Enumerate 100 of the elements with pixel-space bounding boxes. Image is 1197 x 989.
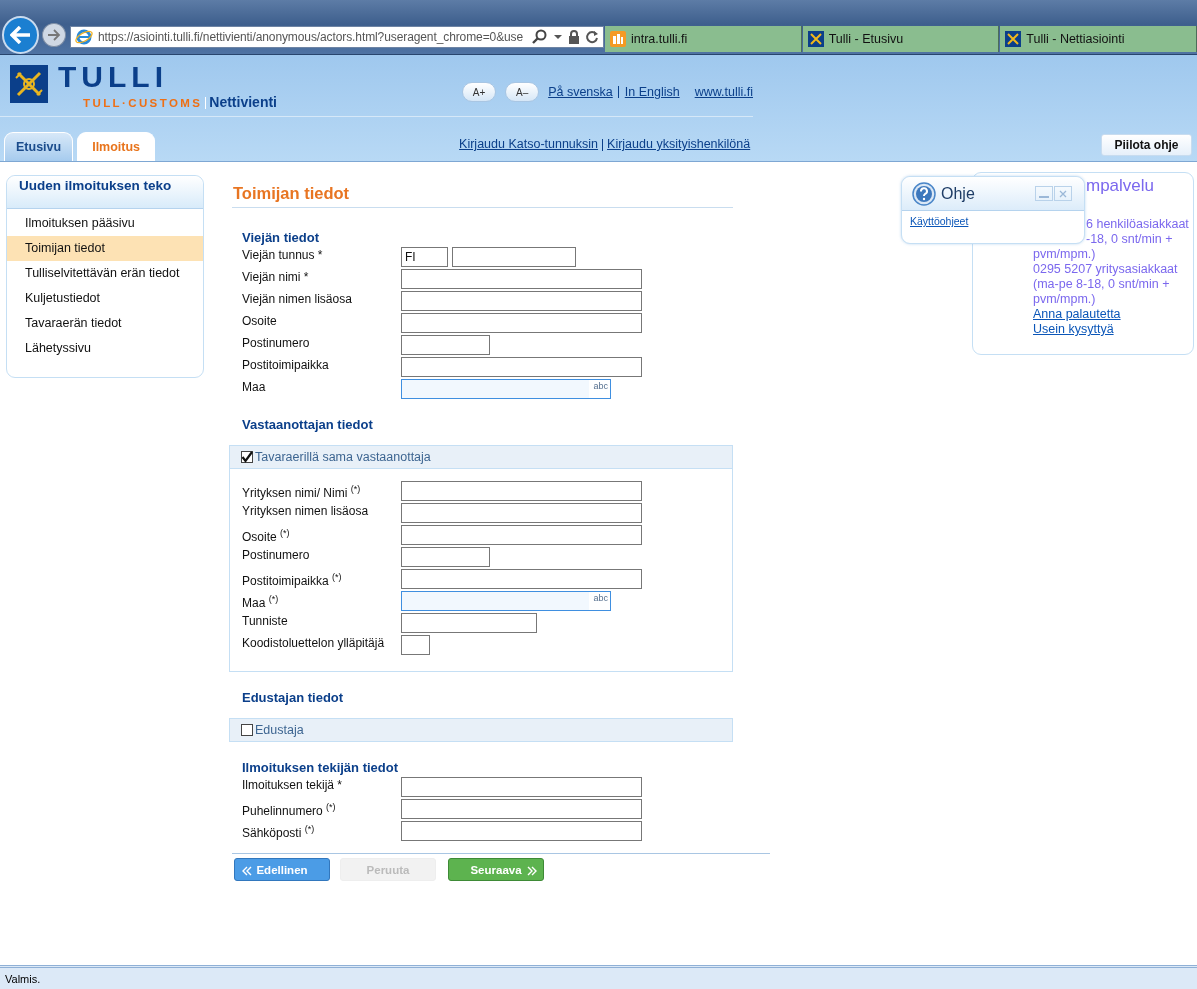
- login-link[interactable]: Kirjaudu yksityishenkilönä: [607, 137, 751, 151]
- popup-title: Ohje: [941, 184, 976, 203]
- input-field[interactable]: [401, 821, 642, 841]
- arrow-left-icon: [9, 26, 32, 44]
- field-label: Koodistoluettelon ylläpitäjä: [242, 635, 386, 650]
- input-field[interactable]: [401, 569, 642, 589]
- logo-icon: [10, 65, 48, 103]
- input-field[interactable]: [401, 635, 430, 655]
- field-label: Ilmoituksen tekijä *: [242, 777, 344, 792]
- panel-text: -18, 0 snt/min +: [1085, 232, 1174, 247]
- field-label: Postitoimipaikka $^{(*)}$: [242, 571, 343, 588]
- close-icon: [1058, 188, 1068, 199]
- checkbox[interactable]: Edustaja: [241, 723, 304, 737]
- site-link[interactable]: www.tulli.fi: [694, 85, 753, 99]
- section-heading: Viejän tiedot: [241, 230, 321, 245]
- input-field[interactable]: [401, 777, 642, 797]
- help-link[interactable]: Käyttöohjeet: [902, 211, 1084, 227]
- field-label: Maa $^{(*)}$: [242, 593, 280, 610]
- search-icon[interactable]: [531, 29, 548, 45]
- logo-subtitle: TULL·CUSTOMS: [83, 97, 207, 109]
- sidebar-title: Uuden ilmoituksen teko: [7, 176, 203, 209]
- lookup-field[interactable]: abc: [401, 591, 611, 611]
- input-field[interactable]: [401, 357, 642, 377]
- sidebar-item[interactable]: Ilmoituksen pääsivu: [7, 211, 203, 236]
- panel-text: 0295 5207 yritysasiakkaat: [1033, 262, 1179, 277]
- status-text: Valmis.: [5, 972, 41, 985]
- help-icon: [912, 181, 936, 206]
- field-label: Osoite $^{(*)}$: [242, 527, 291, 544]
- forward-button[interactable]: [42, 23, 67, 47]
- browser-tab[interactable]: Tulli - Nettiasiointi: [1000, 26, 1197, 52]
- panel-link[interactable]: Anna palautetta: [1033, 307, 1193, 322]
- panel-text: 6 henkilöasiakkaat: [1085, 217, 1190, 232]
- login-link[interactable]: Kirjaudu Katso-tunnuksin: [459, 137, 599, 151]
- field-label: Yrityksen nimi/ Nimi $^{(*)}$: [242, 483, 362, 500]
- back-button[interactable]: [2, 16, 40, 54]
- section-heading: Vastaanottajan tiedot: [241, 417, 374, 432]
- field-label: Puhelinnumero $^{(*)}$: [242, 801, 337, 818]
- minimize-icon: [1039, 196, 1049, 198]
- field-label: Yrityksen nimen lisäosa: [242, 503, 370, 518]
- panel-link[interactable]: Usein kysyttyä: [1033, 322, 1193, 337]
- field-label: Sähköposti $^{(*)}$: [242, 823, 316, 840]
- browser-logo-icon: [75, 28, 94, 46]
- favicon-icon: [807, 31, 824, 47]
- section-heading: Edustajan tiedot: [241, 690, 345, 705]
- input-field[interactable]: [401, 503, 642, 523]
- dropdown-caret-icon[interactable]: [552, 34, 563, 40]
- sidebar-item[interactable]: Tavaraerän tiedot: [7, 311, 203, 336]
- input-field[interactable]: [401, 335, 490, 355]
- favicon-icon: [609, 31, 626, 47]
- nav-tab[interactable]: Etusivu: [4, 132, 74, 161]
- panel-title: mpalvelu: [1086, 175, 1155, 197]
- input-field[interactable]: [401, 481, 642, 501]
- service-name: Nettivienti: [209, 94, 277, 110]
- panel-text: (ma-pe 8-18, 0 snt/min +: [1033, 277, 1171, 292]
- url-text: https://asiointi.tulli.fi/nettivienti/anonymous/actors.html?useragent_chrome=0&use: [98, 30, 525, 44]
- language-link[interactable]: In English: [624, 85, 680, 99]
- panel-text: pvm/mpm.): [1033, 247, 1097, 262]
- double-chevron-icon: [527, 866, 537, 876]
- refresh-icon[interactable]: [584, 30, 599, 44]
- input-field[interactable]: [401, 291, 642, 311]
- lock-icon: [567, 30, 580, 44]
- field-label: Maa: [242, 379, 267, 394]
- sidebar-item[interactable]: Tulliselvitettävän erän tiedot: [7, 261, 203, 286]
- field-label: Viejän nimen lisäosa: [242, 291, 353, 306]
- input-field[interactable]: [401, 613, 537, 633]
- field-label: Postitoimipaikka: [242, 357, 330, 372]
- input-field[interactable]: [401, 799, 642, 819]
- input-field[interactable]: [401, 269, 642, 289]
- sidebar-item[interactable]: Lähetyssivu: [7, 336, 203, 361]
- sidebar-item[interactable]: Kuljetustiedot: [7, 286, 203, 311]
- logo-title: TULLI: [58, 62, 169, 92]
- checkbox-square[interactable]: [241, 451, 253, 463]
- field-label: Viejän nimi *: [242, 269, 310, 284]
- lookup-field[interactable]: abc: [401, 379, 611, 399]
- input-field[interactable]: [401, 547, 490, 567]
- browser-tab[interactable]: Tulli - Etusivu: [802, 26, 1000, 52]
- hide-help-button[interactable]: Piilota ohje: [1101, 134, 1192, 156]
- arrow-right-icon: [47, 29, 62, 41]
- field-label: Postinumero: [242, 335, 311, 350]
- field-label: Postinumero: [242, 547, 311, 562]
- font-size-button[interactable]: A+: [462, 82, 497, 102]
- sidebar-item[interactable]: Toimijan tiedot: [7, 236, 203, 261]
- panel-text: pvm/mpm.): [1033, 292, 1097, 307]
- favicon-icon: [1005, 31, 1022, 47]
- field-label: Viejän tunnus *: [242, 247, 324, 262]
- field-label: Tunniste: [242, 613, 289, 628]
- form-title: Toimijan tiedot: [232, 184, 733, 208]
- checkbox[interactable]: Tavaraerillä sama vastaanottaja: [241, 450, 431, 464]
- country-prefix-field[interactable]: FI: [401, 247, 448, 267]
- field-label: Osoite: [242, 313, 278, 328]
- section-heading: Ilmoituksen tekijän tiedot: [241, 760, 400, 775]
- language-link[interactable]: På svenska: [548, 85, 613, 99]
- double-chevron-icon: [242, 866, 252, 876]
- checkbox-square[interactable]: [241, 724, 253, 736]
- address-bar[interactable]: https://asiointi.tulli.fi/nettivienti/anonymous/actors.html?useragent_chrome=0&use: [70, 26, 604, 48]
- browser-tab[interactable]: intra.tulli.fi: [604, 26, 802, 52]
- input-field[interactable]: [401, 525, 642, 545]
- font-size-button[interactable]: A–: [505, 82, 540, 102]
- input-field[interactable]: [452, 247, 576, 267]
- input-field[interactable]: [401, 313, 642, 333]
